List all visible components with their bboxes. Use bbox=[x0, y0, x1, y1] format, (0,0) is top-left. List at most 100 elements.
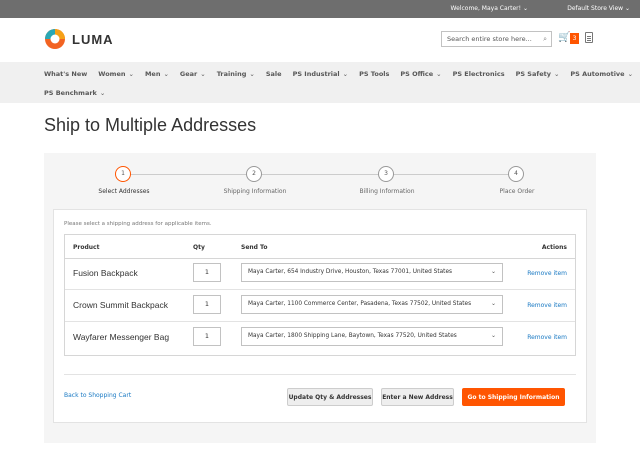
row-divider bbox=[65, 289, 575, 290]
chevron-down-icon: ⌄ bbox=[342, 70, 349, 78]
actions-divider bbox=[64, 374, 576, 375]
nav-item-ps-industrial[interactable]: PS Industrial ⌄ bbox=[293, 70, 349, 78]
qty-input[interactable]: 1 bbox=[193, 295, 221, 314]
logo-text: LUMA bbox=[72, 31, 114, 47]
column-header-product: Product bbox=[73, 244, 100, 251]
cart-icon: 🛒 bbox=[558, 32, 571, 43]
chevron-down-icon: ⌄ bbox=[128, 70, 134, 78]
nav-item-label: What's New bbox=[44, 70, 88, 78]
nav-item-ps-benchmark[interactable]: PS Benchmark ⌄ bbox=[44, 89, 105, 97]
nav-item-label: Sale bbox=[265, 70, 282, 78]
product-name[interactable]: Fusion Backpack bbox=[73, 268, 138, 278]
minicart-button[interactable]: 🛒 3 bbox=[558, 32, 580, 46]
instructions-text: Please select a shipping address for app… bbox=[64, 221, 212, 227]
nav-item-ps-safety[interactable]: PS Safety ⌄ bbox=[516, 70, 560, 78]
cart-count-badge: 3 bbox=[570, 33, 579, 44]
luma-logo-icon bbox=[45, 29, 65, 49]
nav-item-what-s-new[interactable]: What's New bbox=[44, 70, 87, 78]
address-select[interactable]: Maya Carter, 654 Industry Drive, Houston… bbox=[241, 263, 503, 282]
chevron-down-icon: ⌄ bbox=[624, 5, 630, 12]
nav-item-ps-tools[interactable]: PS Tools bbox=[359, 70, 389, 78]
nav-item-gear[interactable]: Gear ⌄ bbox=[180, 70, 206, 78]
remove-item-link[interactable]: Remove item bbox=[527, 334, 567, 341]
items-table: Product Qty Send To Actions Fusion Backp… bbox=[64, 234, 576, 356]
step-3-circle: 3 bbox=[378, 166, 394, 182]
nav-item-sale[interactable]: Sale bbox=[266, 70, 282, 78]
nav-row-2: PS Benchmark ⌄ bbox=[44, 89, 116, 97]
progress-steps: 1 2 3 4 Select Addresses Shipping Inform… bbox=[44, 153, 596, 201]
search-input[interactable]: Search entire store here... ⌕ bbox=[441, 31, 552, 47]
qty-input[interactable]: 1 bbox=[193, 263, 221, 282]
nav-item-ps-electronics[interactable]: PS Electronics bbox=[453, 70, 505, 78]
nav-item-label: PS Electronics bbox=[452, 70, 505, 78]
nav-item-label: PS Office bbox=[400, 70, 434, 78]
chevron-down-icon: ⌄ bbox=[522, 5, 528, 12]
step-4-circle: 4 bbox=[508, 166, 524, 182]
nav-row-1: What's New Women ⌄ Men ⌄ Gear ⌄ Training ⌄ Sale PS… bbox=[44, 70, 640, 78]
page-title: Ship to Multiple Addresses bbox=[44, 115, 257, 135]
step-3-label: Billing Information bbox=[359, 188, 415, 195]
multishipping-checkout: 1 2 3 4 Select Addresses Shipping Inform… bbox=[44, 153, 596, 443]
column-header-qty: Qty bbox=[193, 244, 205, 251]
step-1-label: Select Addresses bbox=[98, 188, 150, 195]
nav-item-training[interactable]: Training ⌄ bbox=[217, 70, 255, 78]
remove-item-link[interactable]: Remove item bbox=[527, 302, 567, 309]
nav-item-ps-office[interactable]: PS Office ⌄ bbox=[400, 70, 441, 78]
nav-item-label: Men bbox=[144, 70, 161, 78]
chevron-down-icon: ⌄ bbox=[490, 300, 496, 307]
progress-line bbox=[119, 174, 521, 175]
address-select-value: Maya Carter, 654 Industry Drive, Houston… bbox=[248, 269, 453, 275]
nav-item-women[interactable]: Women ⌄ bbox=[98, 70, 134, 78]
chevron-down-icon: ⌄ bbox=[163, 70, 169, 78]
step-4-label: Place Order bbox=[499, 188, 535, 195]
step-1-circle: 1 bbox=[115, 166, 131, 182]
column-header-send-to: Send To bbox=[241, 244, 268, 251]
nav-item-label: PS Industrial bbox=[292, 70, 340, 78]
logo[interactable]: LUMA bbox=[44, 28, 114, 50]
remove-item-link[interactable]: Remove item bbox=[527, 270, 567, 277]
store-view-switcher[interactable]: Default Store View ⌄ bbox=[567, 5, 630, 12]
store-view-label: Default Store View bbox=[567, 5, 624, 12]
search-placeholder: Search entire store here... bbox=[447, 35, 532, 43]
chevron-down-icon: ⌄ bbox=[200, 70, 206, 78]
chevron-down-icon: ⌄ bbox=[99, 89, 106, 97]
product-name[interactable]: Wayfarer Messenger Bag bbox=[73, 332, 169, 342]
qty-input[interactable]: 1 bbox=[193, 327, 221, 346]
chevron-down-icon: ⌄ bbox=[436, 70, 442, 78]
main-navigation: What's New Women ⌄ Men ⌄ Gear ⌄ Training ⌄ Sale PS… bbox=[0, 62, 640, 103]
column-header-actions: Actions bbox=[541, 244, 567, 251]
top-bar: Welcome, Maya Carter! ⌄ Default Store Vi… bbox=[0, 0, 640, 18]
header-divider bbox=[65, 258, 575, 259]
nav-item-ps-automotive[interactable]: PS Automotive ⌄ bbox=[570, 70, 633, 78]
row-divider bbox=[65, 321, 575, 322]
search-icon[interactable]: ⌕ bbox=[543, 35, 547, 44]
chevron-down-icon: ⌄ bbox=[627, 70, 634, 78]
nav-item-label: PS Benchmark bbox=[44, 89, 97, 97]
step-2-circle: 2 bbox=[246, 166, 262, 182]
nav-item-label: PS Automotive bbox=[570, 70, 625, 78]
chevron-down-icon: ⌄ bbox=[249, 70, 255, 78]
nav-item-label: Gear bbox=[179, 70, 198, 78]
address-select-value: Maya Carter, 1800 Shipping Lane, Baytown… bbox=[248, 333, 457, 339]
header: LUMA Search entire store here... ⌕ 🛒 3 bbox=[0, 18, 640, 62]
go-to-shipping-information-button[interactable]: Go to Shipping Information bbox=[462, 388, 565, 406]
product-name[interactable]: Crown Summit Backpack bbox=[73, 300, 168, 310]
update-qty-addresses-button[interactable]: Update Qty & Addresses bbox=[287, 388, 373, 406]
compare-icon[interactable] bbox=[585, 32, 593, 43]
address-select[interactable]: Maya Carter, 1100 Commerce Center, Pasad… bbox=[241, 295, 503, 314]
nav-item-men[interactable]: Men ⌄ bbox=[145, 70, 169, 78]
welcome-menu[interactable]: Welcome, Maya Carter! ⌄ bbox=[451, 5, 528, 12]
nav-item-label: PS Safety bbox=[515, 70, 551, 78]
chevron-down-icon: ⌄ bbox=[490, 332, 496, 339]
address-selection-panel: Please select a shipping address for app… bbox=[53, 209, 587, 423]
chevron-down-icon: ⌄ bbox=[490, 268, 496, 275]
nav-item-label: PS Tools bbox=[359, 70, 390, 78]
welcome-text: Welcome, Maya Carter! bbox=[450, 5, 522, 12]
address-select[interactable]: Maya Carter, 1800 Shipping Lane, Baytown… bbox=[241, 327, 503, 346]
enter-new-address-button[interactable]: Enter a New Address bbox=[381, 388, 454, 406]
address-select-value: Maya Carter, 1100 Commerce Center, Pasad… bbox=[248, 301, 472, 307]
chevron-down-icon: ⌄ bbox=[553, 70, 560, 78]
step-2-label: Shipping Information bbox=[223, 188, 287, 195]
back-to-cart-link[interactable]: Back to Shopping Cart bbox=[64, 392, 131, 399]
nav-item-label: Training bbox=[216, 70, 247, 78]
